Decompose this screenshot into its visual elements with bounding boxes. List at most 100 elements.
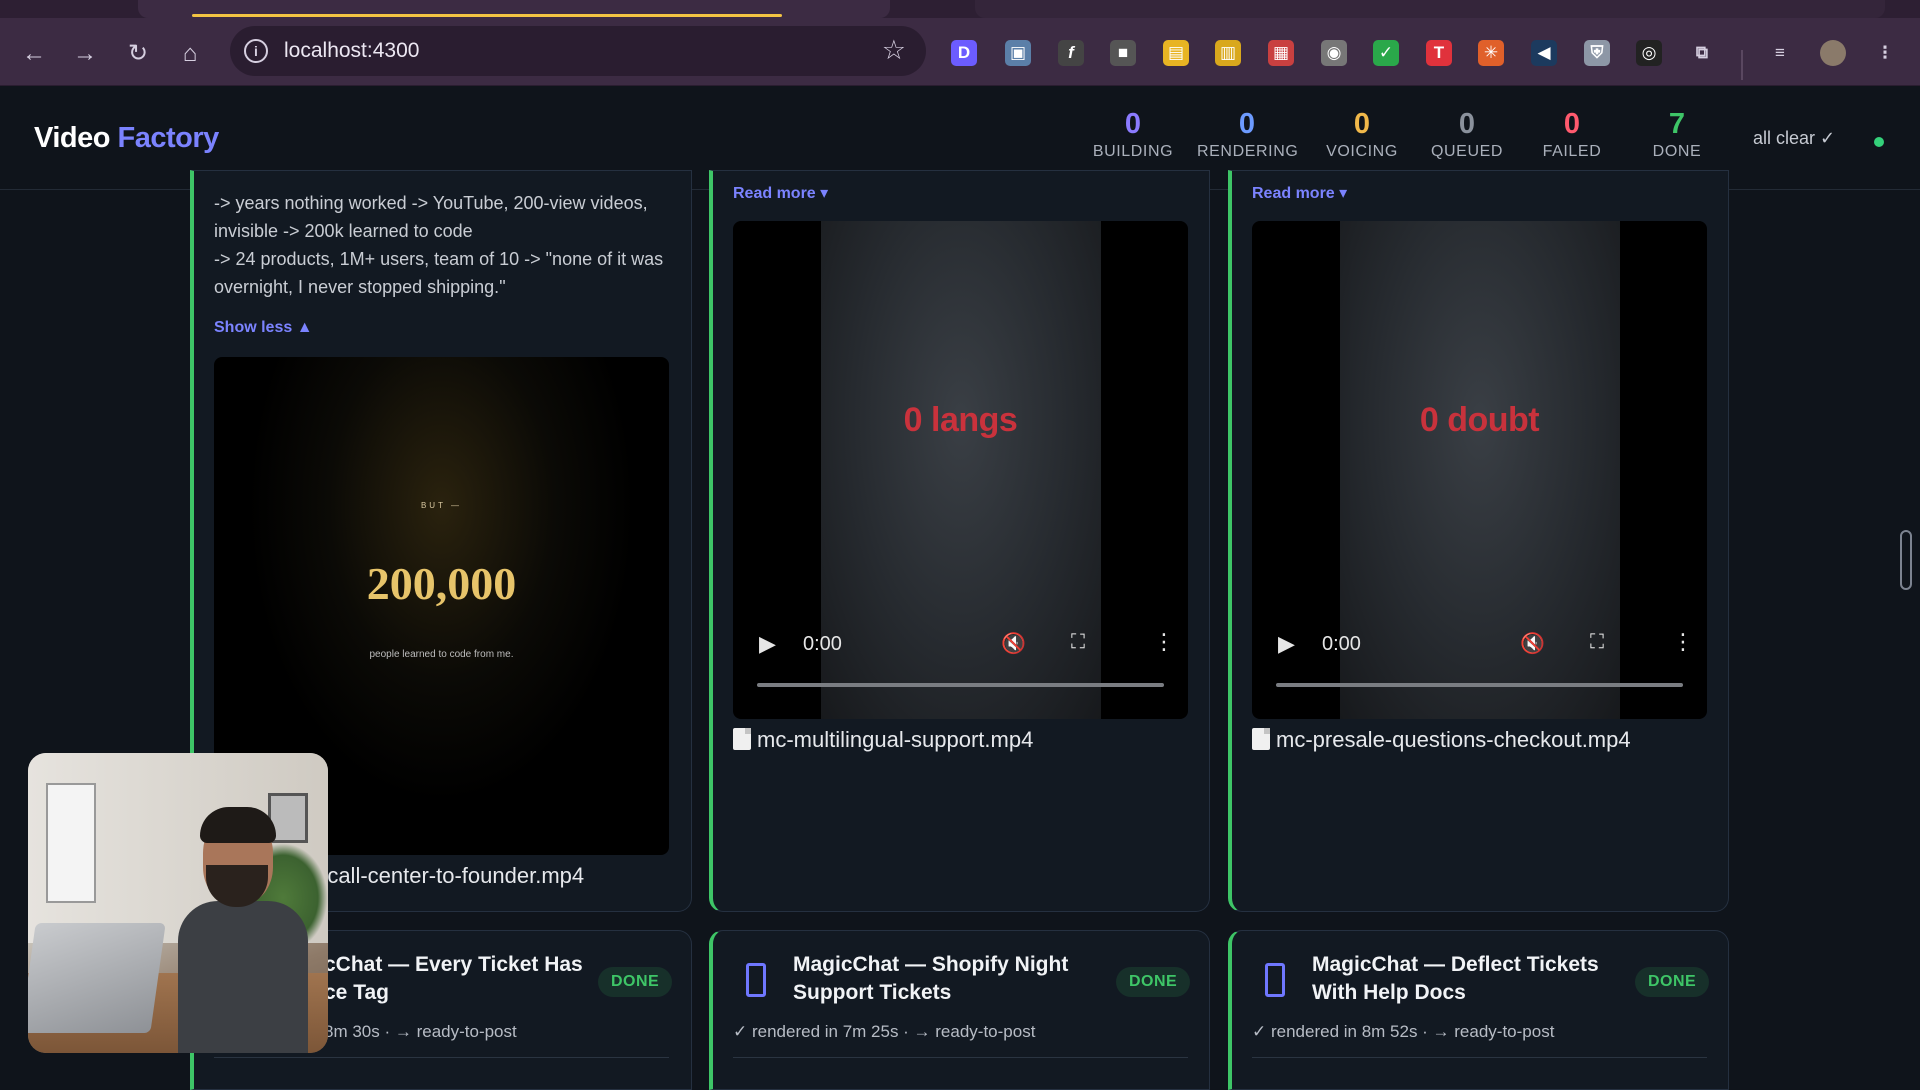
job-meta: ✓ rendered in 8m 52s · → ready-to-post	[1252, 1022, 1555, 1041]
url-text[interactable]: localhost:4300	[284, 39, 419, 63]
stat-label: QUEUED	[1430, 143, 1504, 160]
site-info-icon[interactable]: i	[244, 39, 268, 63]
stat-value: 0	[1238, 108, 1256, 140]
phone-icon	[1265, 963, 1285, 997]
video-player[interactable]: 0 doubt ▶ 0:00 🔇 ⛶ ⋮	[1252, 221, 1707, 719]
job-title: MagicChat — Deflect Tickets With Help Do…	[1312, 951, 1632, 1007]
brand-logo[interactable]: Video Factory	[34, 122, 219, 155]
stat-failed: 0 FAILED	[1522, 108, 1622, 161]
webcam-laptop	[28, 923, 166, 1033]
video-overlay-text: 0 doubt	[1419, 401, 1540, 439]
divider	[1252, 1057, 1707, 1058]
extension-icon[interactable]: D	[951, 40, 977, 66]
job-card[interactable]: MagicChat — Shopify Night Support Ticket…	[709, 930, 1210, 1090]
read-more-toggle[interactable]: Read more ▾	[1252, 183, 1347, 203]
mute-icon[interactable]: 🔇	[1001, 631, 1026, 656]
job-card[interactable]: MagicChat — Deflect Tickets With Help Do…	[1228, 930, 1729, 1090]
stat-value: 7	[1668, 108, 1686, 140]
mute-icon[interactable]: 🔇	[1520, 631, 1545, 656]
stat-done: 7 DONE	[1627, 108, 1727, 161]
more-options-icon[interactable]: ⋮	[1672, 629, 1694, 655]
job-title: MagicChat — Shopify Night Support Ticket…	[793, 951, 1103, 1007]
play-icon[interactable]: ▶	[759, 631, 776, 657]
back-icon[interactable]: ←	[20, 40, 48, 68]
file-icon	[1252, 728, 1270, 750]
more-options-icon[interactable]: ⋮	[1153, 629, 1175, 655]
browser-toolbar: ← → ↻ ⌂ i localhost:4300 ☆ D ▣ f ■ ▤ ▥ ▦…	[0, 18, 1920, 86]
filename-text: mc-presale-questions-checkout.mp4	[1276, 727, 1631, 752]
play-icon[interactable]: ▶	[1278, 631, 1295, 657]
extension-icon[interactable]: T	[1426, 40, 1452, 66]
stat-label: RENDERING	[1197, 143, 1299, 160]
extension-icon[interactable]: ✓	[1373, 40, 1399, 66]
extension-icon[interactable]: f	[1058, 40, 1084, 66]
video-filename: mc-presale-questions-checkout.mp4	[1252, 727, 1631, 753]
video-overlay-text: 0 langs	[903, 401, 1018, 439]
script-line: overnight, I never stopped shipping."	[214, 277, 506, 297]
extension-icon[interactable]: ■	[1110, 40, 1136, 66]
inactive-tab[interactable]	[975, 0, 1885, 18]
fullscreen-icon[interactable]: ⛶	[1590, 631, 1604, 654]
video-player[interactable]: 0 langs ▶ 0:00 🔇 ⛶ ⋮	[733, 221, 1188, 719]
video-kicker: BUT —	[420, 501, 463, 510]
webcam-person	[178, 807, 308, 1053]
video-time: 0:00	[803, 633, 842, 655]
tab-strip	[0, 0, 1920, 18]
show-less-toggle[interactable]: Show less ▲	[214, 319, 313, 337]
extension-icon[interactable]: ▣	[1005, 40, 1031, 66]
profile-avatar[interactable]	[1820, 40, 1846, 66]
stat-label: DONE	[1652, 143, 1702, 160]
extension-icon[interactable]: ▤	[1163, 40, 1189, 66]
live-status-dot	[1874, 137, 1884, 147]
address-bar[interactable]: i localhost:4300 ☆	[230, 26, 926, 76]
stat-value: 0	[1563, 108, 1581, 140]
job-title-line: Support Tickets	[793, 981, 952, 1004]
video-scrubber[interactable]	[1276, 683, 1683, 687]
extension-icon[interactable]: ◎	[1636, 40, 1662, 66]
status-badge: DONE	[1635, 967, 1710, 997]
read-more-toggle[interactable]: Read more ▾	[733, 183, 828, 203]
media-controls-icon[interactable]: ≡	[1767, 40, 1793, 66]
video-filename: -call-center-to-founder.mp4	[320, 863, 585, 888]
brand-word-1: Video	[34, 122, 110, 154]
brand-word-2: Factory	[117, 122, 220, 154]
video-card: Read more ▾ 0 doubt ▶ 0:00 🔇 ⛶ ⋮ mc-pres…	[1228, 170, 1729, 912]
stat-label: BUILDING	[1092, 143, 1174, 160]
menu-kebab-icon[interactable]: ⋮	[1872, 40, 1898, 66]
script-line: invisible -> 200k learned to code	[214, 221, 473, 241]
status-badge: DONE	[598, 967, 673, 997]
video-card: Read more ▾ 0 langs ▶ 0:00 🔇 ⛶ ⋮ mc-mult…	[709, 170, 1210, 912]
extension-icon[interactable]: ▥	[1215, 40, 1241, 66]
filename-text: mc-multilingual-support.mp4	[757, 727, 1034, 752]
script-line: -> years nothing worked -> YouTube, 200-…	[214, 193, 648, 213]
video-controls: ▶ 0:00 🔇 ⛶ ⋮	[733, 629, 1188, 719]
scrollbar-thumb[interactable]	[1900, 530, 1912, 590]
extension-icon[interactable]: ⛨	[1584, 40, 1610, 66]
stat-building: 0 BUILDING	[1083, 108, 1183, 161]
script-text: -> years nothing worked -> YouTube, 200-…	[214, 189, 684, 301]
webcam-whiteboard	[46, 783, 96, 903]
job-title-line: MagicChat — Deflect Tickets	[1312, 953, 1599, 976]
file-icon	[733, 728, 751, 750]
webcam-overlay[interactable]	[28, 753, 328, 1053]
extension-icon[interactable]: ▦	[1268, 40, 1294, 66]
stat-value: 0	[1353, 108, 1371, 140]
fullscreen-icon[interactable]: ⛶	[1071, 631, 1085, 654]
stat-label: VOICING	[1326, 143, 1398, 160]
bookmark-star-icon[interactable]: ☆	[882, 35, 906, 66]
divider	[733, 1057, 1188, 1058]
extension-icon[interactable]: ◉	[1321, 40, 1347, 66]
home-icon[interactable]: ⌂	[176, 40, 204, 68]
video-filename: mc-multilingual-support.mp4	[733, 727, 1033, 753]
extension-icon[interactable]: ✳	[1478, 40, 1504, 66]
job-meta: ✓ rendered in 7m 25s · → ready-to-post	[733, 1022, 1036, 1041]
phone-icon	[746, 963, 766, 997]
stat-queued: 0 QUEUED	[1417, 108, 1517, 161]
reload-icon[interactable]: ↻	[124, 40, 152, 68]
script-line: -> 24 products, 1M+ users, team of 10 ->…	[214, 249, 664, 269]
forward-icon[interactable]: →	[71, 40, 99, 68]
video-scrubber[interactable]	[757, 683, 1164, 687]
extension-icon[interactable]: ◀	[1531, 40, 1557, 66]
extensions-puzzle-icon[interactable]: ⧉	[1689, 40, 1715, 66]
video-big-number: 200,000	[366, 558, 517, 609]
